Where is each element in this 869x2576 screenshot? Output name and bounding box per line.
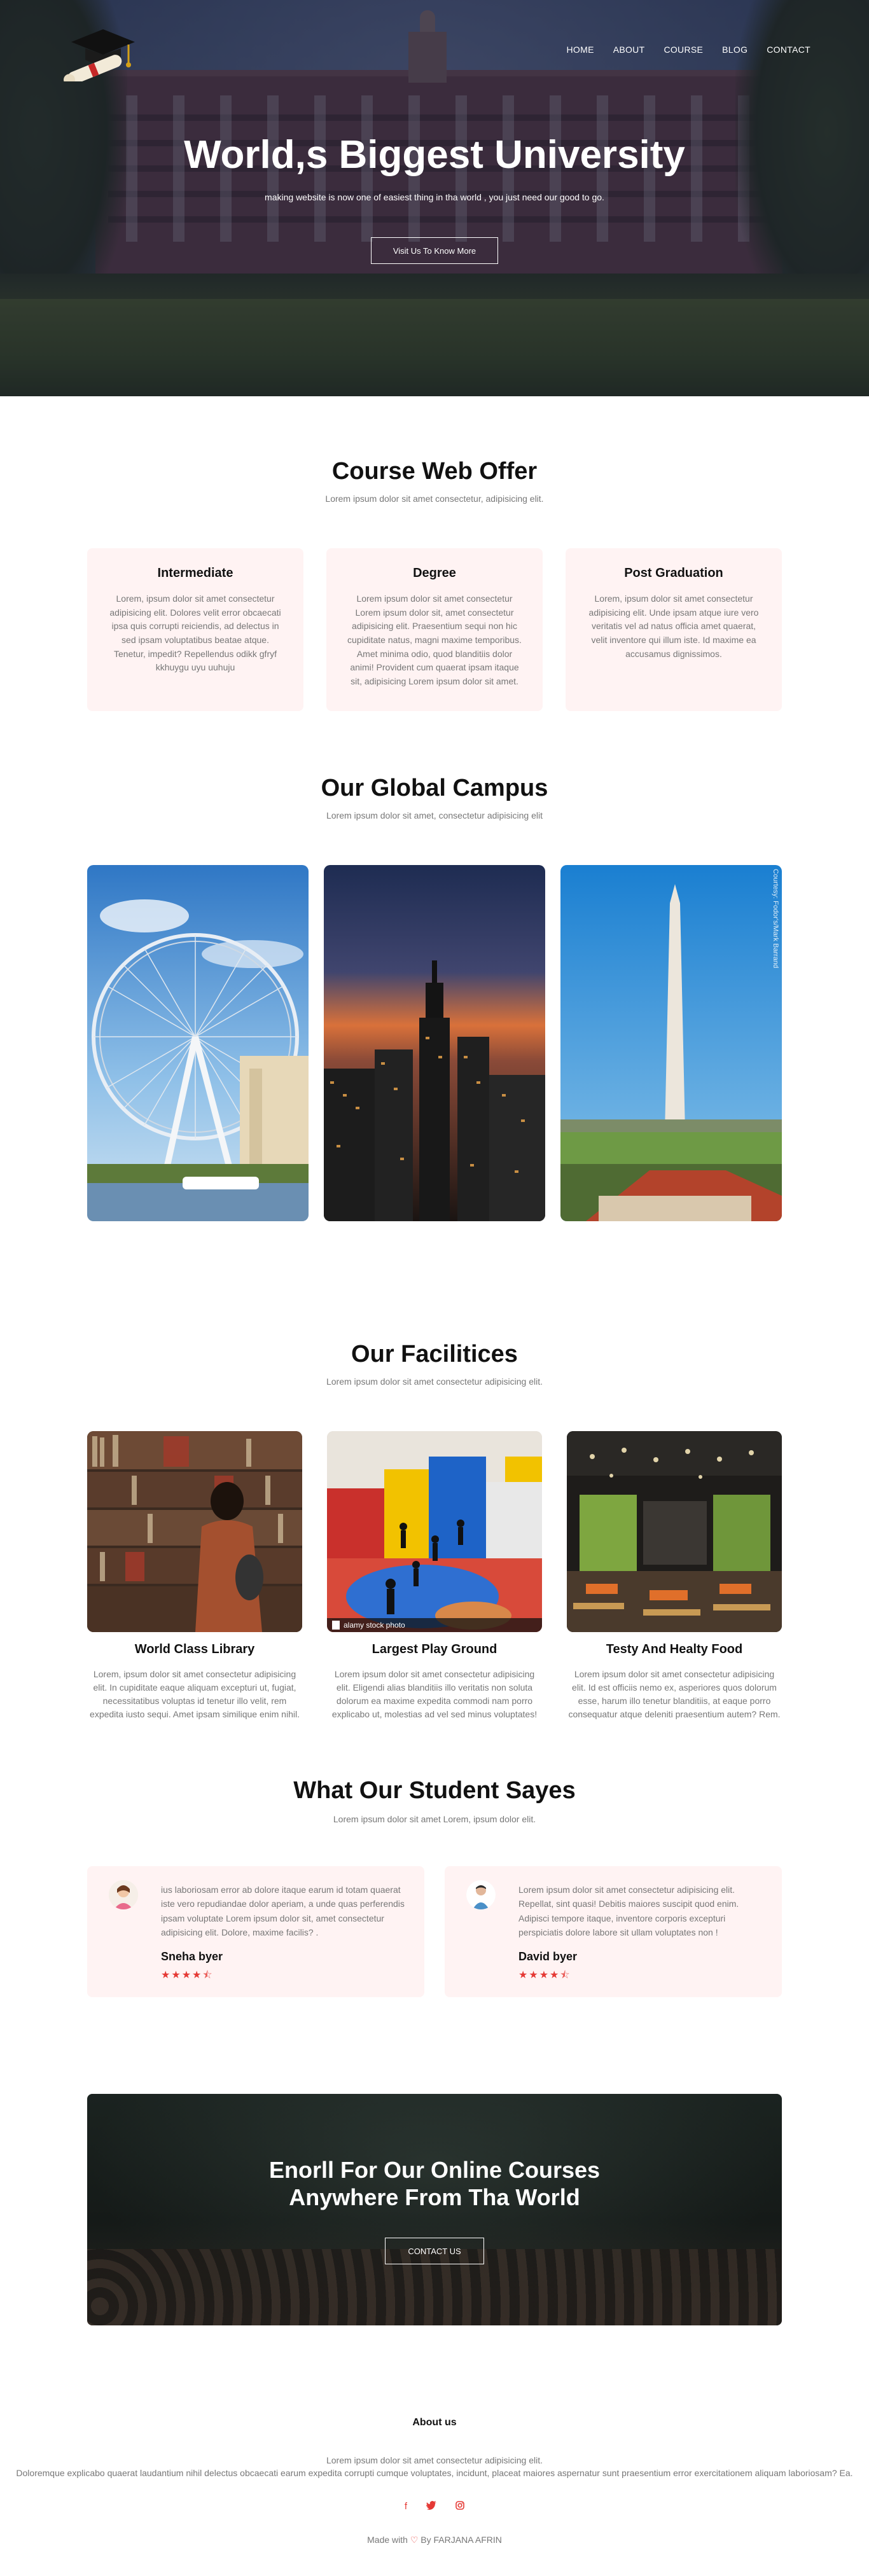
facilities-subtitle: Lorem ipsum dolor sit amet consectetur a… [326, 1376, 543, 1387]
course-text: Lorem, ipsum dolor sit amet consectetur … [109, 593, 281, 673]
enroll-heading-line2: Anywhere From Tha World [289, 2184, 580, 2211]
course-title: Post Graduation [624, 566, 723, 580]
facility-text-food: Lorem ipsum dolor sit amet consectetur a… [568, 1669, 781, 1719]
course-title: Intermediate [157, 566, 233, 580]
visit-us-button[interactable]: Visit Us To Know More [371, 237, 498, 264]
instagram-icon[interactable] [455, 2501, 464, 2512]
facility-title-playground: Largest Play Ground [372, 1642, 497, 1656]
footer-text-line1: Lorem ipsum dolor sit amet consectetur a… [326, 2455, 543, 2465]
avatar [466, 1880, 496, 1909]
footer-title: About us [412, 2417, 457, 2428]
nav-blog[interactable]: BLOG [722, 45, 747, 55]
food-court-image [567, 1431, 782, 1632]
footer-text-line2: Doloremque explicabo quaerat laudantium … [16, 2468, 853, 2478]
facilities-title: Our Facilitices [351, 1341, 518, 1368]
main-nav: HOME ABOUT COURSE BLOG CONTACT [567, 45, 810, 55]
testimonials-title: What Our Student Sayes [293, 1777, 576, 1804]
hero-title: World,s Biggest University [184, 133, 685, 177]
enroll-banner: Enorll For Our Online Courses Anywhere F… [87, 2094, 782, 2325]
graduation-cap-logo[interactable] [59, 18, 141, 86]
nav-course[interactable]: COURSE [664, 45, 703, 55]
photo-credit: Courtesy: Fodor's/Mark Barrand [772, 869, 779, 969]
avatar [109, 1880, 138, 1909]
facebook-icon[interactable]: f [405, 2501, 407, 2512]
testimonial-text: ius laboriosam error ab dolore itaque ea… [161, 1885, 405, 1938]
rating-stars: ★★★★⯪ [161, 1970, 214, 1981]
campus-subtitle: Lorem ipsum dolor sit amet, consectetur … [326, 810, 543, 821]
testimonial-text: Lorem ipsum dolor sit amet consectetur a… [518, 1885, 739, 1938]
enroll-heading-line1: Enorll For Our Online Courses [268, 2157, 601, 2183]
nav-about[interactable]: ABOUT [613, 45, 645, 55]
testimonial-card: Lorem ipsum dolor sit amet consectetur a… [445, 1866, 782, 1997]
hero-subtitle: making website is now one of easiest thi… [265, 192, 604, 202]
course-title: Degree [413, 566, 456, 580]
hero-section: HOME ABOUT COURSE BLOG CONTACT World,s B… [0, 0, 869, 396]
facility-text-library: Lorem, ipsum dolor sit amet consectetur … [90, 1669, 300, 1719]
facility-title-food: Testy And Healty Food [606, 1642, 743, 1656]
twitter-icon[interactable] [426, 2501, 437, 2512]
heart-icon: ♡ [410, 2535, 419, 2545]
course-card-post-graduation[interactable]: Post Graduation Lorem, ipsum dolor sit a… [566, 548, 782, 711]
nav-contact[interactable]: CONTACT [767, 45, 810, 55]
contact-us-button[interactable]: CONTACT US [385, 2238, 484, 2264]
course-text: Lorem ipsum dolor sit amet consectetur L… [347, 593, 522, 687]
testimonials-subtitle: Lorem ipsum dolor sit amet Lorem, ipsum … [333, 1814, 536, 1824]
courses-title: Course Web Offer [331, 458, 538, 485]
facility-title-library: World Class Library [134, 1642, 255, 1656]
social-links: f [0, 2501, 869, 2512]
campus-washington-monument-image: Courtesy: Fodor's/Mark Barrand [560, 865, 782, 1221]
photo-watermark: alamy stock photo [344, 1621, 405, 1630]
testimonial-name: David byer [518, 1950, 578, 1963]
made-with-credit: Made with ♡ By FARJANA AFRIN [0, 2535, 869, 2545]
campus-london-eye-image [87, 865, 309, 1221]
testimonial-name: Sneha byer [161, 1950, 223, 1963]
made-with-prefix: Made with [367, 2535, 408, 2545]
campus-city-skyline-image [324, 865, 545, 1221]
made-with-suffix: By FARJANA AFRIN [421, 2535, 502, 2545]
course-card-degree[interactable]: Degree Lorem ipsum dolor sit amet consec… [326, 548, 543, 711]
course-card-intermediate[interactable]: Intermediate Lorem, ipsum dolor sit amet… [87, 548, 303, 711]
facility-text-playground: Lorem ipsum dolor sit amet consectetur a… [331, 1669, 538, 1719]
courses-subtitle: Lorem ipsum dolor sit amet consectetur, … [325, 494, 544, 504]
playground-image: alamy stock photo [327, 1431, 542, 1632]
enroll-heading: Enorll For Our Online Courses Anywhere F… [87, 2156, 782, 2211]
rating-stars: ★★★★⯪ [518, 1970, 571, 1981]
campus-title: Our Global Campus [321, 775, 548, 801]
library-image [87, 1431, 302, 1632]
nav-home[interactable]: HOME [567, 45, 594, 55]
course-text: Lorem, ipsum dolor sit amet consectetur … [588, 593, 759, 659]
testimonial-card: ius laboriosam error ab dolore itaque ea… [87, 1866, 424, 1997]
